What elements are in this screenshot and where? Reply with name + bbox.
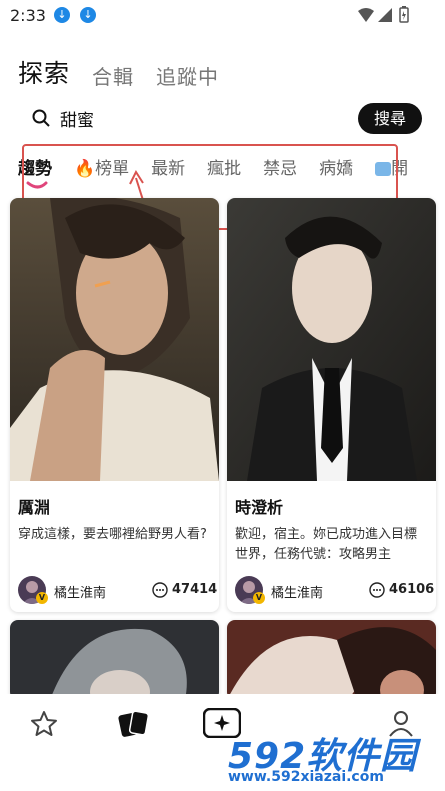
verified-badge-icon: V — [36, 592, 48, 604]
watermark: 592软件园 www.592xiazai.com — [218, 722, 445, 791]
status-bar: 2:33 ↓ ↓ — [0, 0, 445, 30]
download-icon: ↓ — [54, 7, 70, 23]
comment-icon — [152, 582, 168, 598]
tab-following[interactable]: 追蹤中 — [156, 61, 219, 90]
wifi-icon — [358, 8, 374, 22]
status-time: 2:33 — [10, 6, 46, 25]
comment-count: 47414 — [172, 582, 218, 597]
character-image — [10, 620, 219, 700]
search-input[interactable] — [60, 106, 360, 130]
character-image — [227, 198, 436, 481]
character-card[interactable]: 厲淵 穿成這樣，要去哪裡給野男人看? V 橘生淮南 47414 — [10, 198, 219, 612]
top-tabs: 探索 合輯 追蹤中 — [18, 54, 219, 90]
character-card[interactable]: 時澄析 歡迎，宿主。妳已成功進入目標世界，任務代號：攻略男主 V 橘生淮南 46… — [227, 198, 436, 612]
card-footer: V 橘生淮南 46106 — [235, 576, 435, 604]
character-description: 穿成這樣，要去哪裡給野男人看? — [18, 527, 207, 542]
search-button[interactable]: 搜尋 — [358, 103, 422, 134]
search-bar: 搜尋 — [22, 102, 424, 134]
battery-icon — [399, 6, 409, 23]
character-card[interactable] — [10, 620, 219, 700]
author-name[interactable]: 橘生淮南 — [54, 582, 106, 601]
character-description: 歡迎，宿主。妳已成功進入目標世界，任務代號：攻略男主 — [235, 527, 418, 562]
verified-badge-icon: V — [253, 592, 265, 604]
character-card[interactable] — [227, 620, 436, 700]
tab-collections[interactable]: 合輯 — [92, 61, 134, 90]
star-icon[interactable] — [30, 710, 58, 738]
card-footer: V 橘生淮南 47414 — [18, 576, 218, 604]
cards-icon[interactable] — [118, 709, 150, 739]
comment-icon — [369, 582, 385, 598]
character-name: 時澄析 — [235, 498, 284, 517]
character-image — [10, 198, 219, 481]
author-name[interactable]: 橘生淮南 — [271, 582, 323, 601]
character-name: 厲淵 — [18, 498, 51, 517]
comment-count: 46106 — [389, 582, 435, 597]
watermark-url: www.592xiazai.com — [228, 769, 384, 785]
search-icon — [32, 109, 50, 127]
signal-icon — [378, 8, 392, 22]
download-icon: ↓ — [80, 7, 96, 23]
character-image — [227, 620, 436, 700]
tab-explore[interactable]: 探索 — [18, 54, 70, 90]
